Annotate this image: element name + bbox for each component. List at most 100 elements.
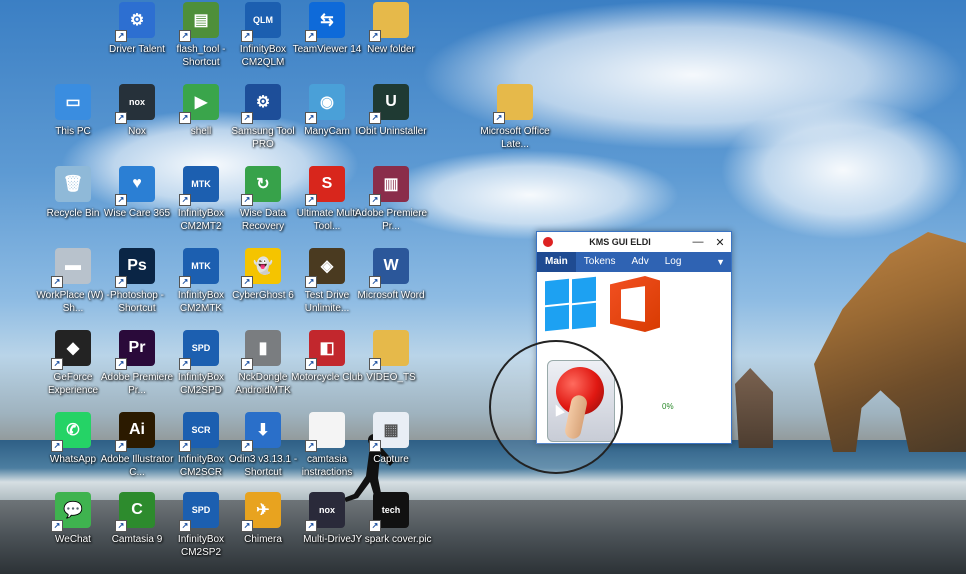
tab-tokens[interactable]: Tokens [576, 252, 624, 272]
whatsapp-icon: ✆ ↗ [51, 412, 91, 452]
shortcut-arrow-icon: ↗ [241, 440, 253, 452]
close-button[interactable]: ✕ [709, 236, 731, 249]
shortcut-arrow-icon: ↗ [241, 358, 253, 370]
windows-logo-button[interactable] [545, 276, 597, 332]
shortcut-arrow-icon: ↗ [115, 520, 127, 532]
tabs-dropdown-icon[interactable]: ▼ [716, 257, 731, 267]
shortcut-arrow-icon: ↗ [179, 358, 191, 370]
shortcut-arrow-icon: ↗ [369, 276, 381, 288]
kms-window-title: KMS GUI ELDI [589, 237, 651, 247]
desktop-icon-label: Adobe Premiere Pr... [354, 208, 428, 232]
tab-adv[interactable]: Adv [623, 252, 656, 272]
office-logo-button[interactable] [610, 276, 660, 332]
word-icon: W ↗ [369, 248, 409, 288]
shortcut-arrow-icon: ↗ [305, 194, 317, 206]
desktop-icon[interactable]: ↗ New folder [350, 2, 432, 56]
shortcut-arrow-icon: ↗ [493, 112, 505, 124]
shortcut-arrow-icon: ↗ [179, 440, 191, 452]
desktop-icon[interactable]: ▥ ↗ Adobe Premiere Pr... [350, 166, 432, 233]
minimize-button[interactable]: — [687, 236, 709, 248]
teamviewer-icon: ⇆ ↗ [305, 2, 345, 42]
infinitybox-icon: MTK ↗ [179, 166, 219, 206]
infinitybox-icon: MTK ↗ [179, 248, 219, 288]
shortcut-arrow-icon: ↗ [179, 30, 191, 42]
infinitybox-icon: SPD ↗ [179, 492, 219, 532]
shortcut-arrow-icon: ↗ [369, 520, 381, 532]
shortcut-arrow-icon: ↗ [241, 194, 253, 206]
infinitybox-icon: SCR ↗ [179, 412, 219, 452]
shortcut-arrow-icon: ↗ [179, 276, 191, 288]
geforce-icon: ◆ ↗ [51, 330, 91, 370]
shortcut-arrow-icon: ↗ [115, 358, 127, 370]
nox-icon: nox ↗ [115, 84, 155, 124]
shortcut-arrow-icon: ↗ [115, 440, 127, 452]
image-icon: tech ↗ [369, 492, 409, 532]
samsung-tool-icon: ⚙ ↗ [241, 84, 281, 124]
shortcut-arrow-icon: ↗ [305, 358, 317, 370]
chimera-icon: ✈ ↗ [241, 492, 281, 532]
shortcut-arrow-icon: ↗ [51, 276, 63, 288]
shortcut-arrow-icon: ↗ [241, 30, 253, 42]
shortcut-arrow-icon: ↗ [241, 112, 253, 124]
shortcut-arrow-icon: ↗ [115, 194, 127, 206]
iobit-icon: U ↗ [369, 84, 409, 124]
cyberghost-icon: 👻 ↗ [241, 248, 281, 288]
shortcut-arrow-icon: ↗ [305, 520, 317, 532]
multi-drive-icon: nox ↗ [305, 492, 345, 532]
shortcut-arrow-icon: ↗ [369, 30, 381, 42]
winrar-icon: ▥ ↗ [369, 166, 409, 206]
tab-main[interactable]: Main [537, 252, 576, 272]
wallpaper-cloud [720, 100, 966, 240]
shortcut-arrow-icon: ↗ [369, 358, 381, 370]
wise-data-recovery-icon: ↻ ↗ [241, 166, 281, 206]
infinitybox-icon: SPD ↗ [179, 330, 219, 370]
wise-care-icon: ♥ ↗ [115, 166, 155, 206]
shortcut-arrow-icon: ↗ [51, 358, 63, 370]
illustrator-icon: Ai ↗ [115, 412, 155, 452]
shortcut-arrow-icon: ↗ [51, 520, 63, 532]
desktop-icon[interactable]: U ↗ IObit Uninstaller [350, 84, 432, 138]
camtasia-icon: C ↗ [115, 492, 155, 532]
drive-icon: ▬ ↗ [51, 248, 91, 288]
desktop-icon-label: VIDEO_TS [366, 372, 416, 383]
desktop-icon-label: Capture [373, 454, 409, 465]
manycam-icon: ◉ ↗ [305, 84, 345, 124]
shortcut-arrow-icon: ↗ [305, 112, 317, 124]
desktop-icon-label: IObit Uninstaller [355, 126, 427, 137]
desktop-icon[interactable]: tech ↗ JY spark cover.pic [350, 492, 432, 546]
desktop-icon[interactable]: ↗ Microsoft Office Late... [474, 84, 556, 151]
flash-tool-icon: ▤ ↗ [179, 2, 219, 42]
folder-icon: ↗ [369, 330, 409, 370]
folder-icon: ↗ [493, 84, 533, 124]
kms-app-icon [543, 237, 553, 247]
desktop-icon-label: New folder [367, 44, 415, 55]
shortcut-arrow-icon: ↗ [51, 440, 63, 452]
odin-icon: ⬇ ↗ [241, 412, 281, 452]
shortcut-arrow-icon: ↗ [115, 276, 127, 288]
wechat-icon: 💬 ↗ [51, 492, 91, 532]
test-drive-icon: ◈ ↗ [305, 248, 345, 288]
desktop-icon[interactable]: W ↗ Microsoft Word [350, 248, 432, 302]
shortcut-arrow-icon: ↗ [369, 194, 381, 206]
shortcut-arrow-icon: ↗ [369, 440, 381, 452]
kms-titlebar[interactable]: KMS GUI ELDI — ✕ [537, 232, 731, 252]
computer-icon: ▭ [55, 84, 91, 120]
progress-text: 0% [662, 402, 674, 411]
tab-log[interactable]: Log [657, 252, 690, 272]
desktop-icon-label: Microsoft Office Late... [480, 126, 550, 150]
driver-talent-icon: ⚙ ↗ [115, 2, 155, 42]
shortcut-arrow-icon: ↗ [241, 276, 253, 288]
capture-icon: ▦ ↗ [369, 412, 409, 452]
shortcut-arrow-icon: ↗ [305, 30, 317, 42]
activate-button[interactable] [547, 360, 615, 442]
desktop-icon[interactable]: ▦ ↗ Capture [350, 412, 432, 466]
shortcut-arrow-icon: ↗ [179, 520, 191, 532]
desktop-icon[interactable]: ↗ VIDEO_TS [350, 330, 432, 384]
shortcut-arrow-icon: ↗ [241, 520, 253, 532]
shortcut-arrow-icon: ↗ [369, 112, 381, 124]
shortcut-arrow-icon: ↗ [179, 194, 191, 206]
shortcut-arrow-icon: ↗ [179, 112, 191, 124]
desktop-icon-label: JY spark cover.pic [350, 534, 432, 545]
recycle-bin-icon: 🗑 [55, 166, 91, 202]
shell-icon: ▶ ↗ [179, 84, 219, 124]
